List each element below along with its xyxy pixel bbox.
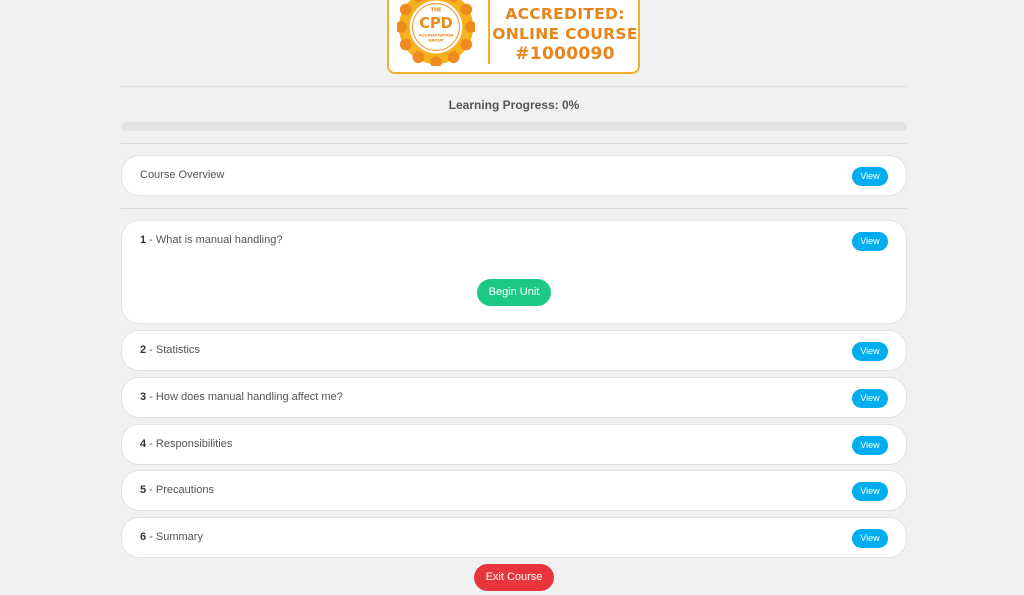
badge-line-3: #1000090 bbox=[515, 44, 615, 64]
unit-separator: - bbox=[146, 391, 156, 403]
course-overview-card: Course Overview View bbox=[121, 155, 907, 196]
unit-separator: - bbox=[146, 531, 156, 543]
unit-title: 5 - Precautions bbox=[140, 484, 214, 496]
exit-course-button[interactable]: Exit Course bbox=[474, 564, 554, 591]
unit-separator: - bbox=[146, 484, 156, 496]
unit-name: Responsibilities bbox=[155, 438, 233, 450]
cpd-seal-logo: THE CPD ACCREDITATION GROUP bbox=[397, 0, 475, 66]
unit-title: 6 - Summary bbox=[140, 531, 203, 543]
course-overview-view-button[interactable]: View bbox=[852, 167, 888, 186]
unit-card-6: 6 - Summary View bbox=[121, 517, 907, 558]
badge-line-1: ACCREDITED: bbox=[505, 5, 625, 23]
unit-name: Statistics bbox=[155, 344, 200, 356]
progress-label: Learning Progress: 0% bbox=[448, 98, 580, 112]
divider bbox=[121, 86, 907, 87]
unit-name: Summary bbox=[155, 531, 203, 543]
begin-unit-button[interactable]: Begin Unit bbox=[477, 279, 551, 306]
unit-separator: - bbox=[146, 438, 156, 450]
unit-name: What is manual handling? bbox=[155, 234, 283, 246]
unit-title: 2 - Statistics bbox=[140, 344, 200, 356]
unit-2-view-button[interactable]: View bbox=[852, 342, 888, 361]
seal-top-text: THE bbox=[431, 7, 442, 13]
seal-main-text: CPD bbox=[419, 15, 453, 32]
progress-bar bbox=[121, 122, 907, 131]
divider bbox=[121, 143, 907, 144]
divider bbox=[121, 208, 907, 209]
unit-title: 3 - How does manual handling affect me? bbox=[140, 391, 343, 403]
badge-text: ACCREDITED: ONLINE COURSE #1000090 bbox=[492, 4, 638, 64]
unit-1-view-button[interactable]: View bbox=[852, 232, 888, 251]
unit-card-5: 5 - Precautions View bbox=[121, 470, 907, 511]
unit-5-view-button[interactable]: View bbox=[852, 482, 888, 501]
unit-3-view-button[interactable]: View bbox=[852, 389, 888, 408]
unit-4-view-button[interactable]: View bbox=[852, 436, 888, 455]
unit-card-3: 3 - How does manual handling affect me? … bbox=[121, 377, 907, 418]
unit-6-view-button[interactable]: View bbox=[852, 529, 888, 548]
seal-bottom-text-2: GROUP bbox=[428, 38, 444, 43]
unit-card-1: 1 - What is manual handling? View Begin … bbox=[121, 220, 907, 324]
badge-line-2: ONLINE COURSE bbox=[492, 25, 638, 43]
unit-card-2: 2 - Statistics View bbox=[121, 330, 907, 371]
unit-separator: - bbox=[146, 344, 156, 356]
unit-separator: - bbox=[146, 234, 156, 246]
unit-name: Precautions bbox=[155, 484, 214, 496]
unit-card-4: 4 - Responsibilities View bbox=[121, 424, 907, 465]
accreditation-badge: THE CPD ACCREDITATION GROUP ACCREDITED: … bbox=[387, 0, 640, 74]
unit-name: How does manual handling affect me? bbox=[155, 391, 343, 403]
badge-divider bbox=[488, 0, 490, 64]
course-overview-title: Course Overview bbox=[140, 169, 225, 181]
unit-title: 4 - Responsibilities bbox=[140, 438, 232, 450]
unit-title: 1 - What is manual handling? bbox=[140, 234, 282, 246]
